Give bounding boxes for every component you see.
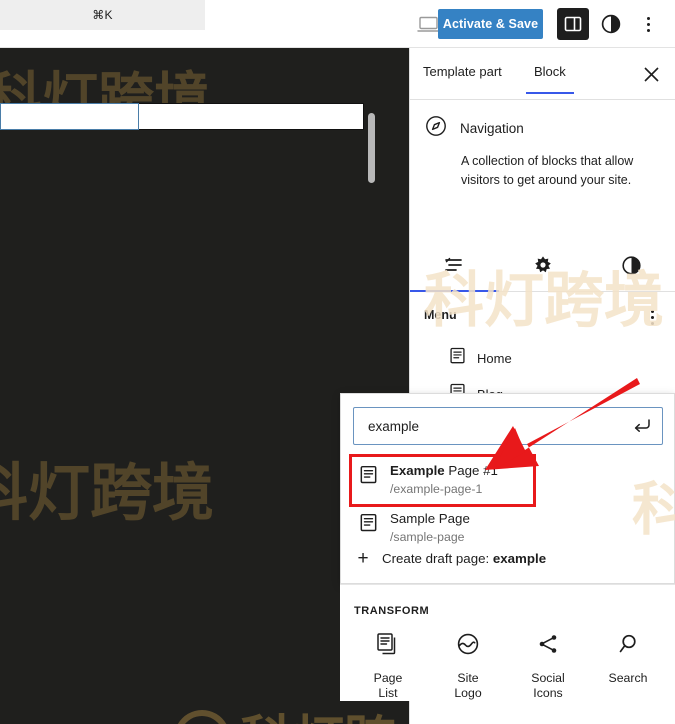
tab-template-part[interactable]: Template part [423,48,502,94]
screen-root: 科灯跨境 科灯跨境 科灯跨 科灯跨境 Template par [0,0,675,724]
watermark-text: 科灯跨境 [0,456,215,529]
transform-section: TRANSFORM Page List Site Logo Social Ico… [340,584,675,701]
transform-site-logo[interactable]: Site Logo [428,631,508,701]
transform-label: Page [373,671,403,685]
close-icon[interactable] [638,61,664,87]
block-card: Navigation A collection of blocks that a… [410,100,675,203]
list-item[interactable]: Sample Page /sample-page [353,506,476,550]
transform-label: Icons [533,686,563,700]
canvas-selected-nav-item[interactable] [0,103,139,130]
page-icon [359,510,378,537]
tab-styles[interactable] [587,244,675,291]
search-icon [615,631,641,662]
list-item[interactable]: Home [410,340,675,376]
activate-and-save-button[interactable]: Activate & Save [438,9,543,39]
styles-toggle-button[interactable] [599,12,623,36]
result-title-rest: Sample Page [390,511,470,526]
result-url: /example-page-1 [390,482,483,496]
top-toolbar: ⌘K Activate & Save [0,0,675,48]
result-url: /sample-page [390,530,465,544]
contrast-styles-icon [621,255,642,281]
tab-list-view[interactable] [410,244,499,292]
block-title: Navigation [460,121,524,136]
list-view-icon [443,254,465,281]
page-icon [449,347,466,369]
page-list-icon [375,631,401,662]
create-draft-prefix: Create draft page: [382,551,493,566]
transform-label: Site [457,671,479,685]
canvas-scrollbar[interactable] [368,113,375,183]
transform-search[interactable]: Search [588,631,668,701]
result-title-rest: Page #1 [444,463,498,478]
laptop-icon[interactable] [417,14,439,34]
block-description: A collection of blocks that allow visito… [461,154,634,188]
sidebar-panel-icon [564,16,582,32]
canvas-nav-block[interactable] [0,103,364,130]
create-draft-term: example [492,551,547,566]
tab-block[interactable]: Block [526,48,574,94]
watermark-logo: 科灯跨 [148,700,398,724]
link-search-popover: Example Page #1 /example-page-1 Sample P… [340,393,675,584]
kebab-menu-icon[interactable] [640,304,664,330]
social-icons-icon [535,631,561,662]
transform-heading: TRANSFORM [354,605,430,617]
tab-settings[interactable] [499,244,588,291]
result-title-match: Example [390,463,445,478]
page-icon [359,462,378,489]
command-k-hint[interactable]: ⌘K [0,0,205,30]
menu-section-header: Menu [410,304,675,332]
site-logo-icon [455,631,481,662]
transform-label: Social [531,671,565,685]
plus-icon: + [357,548,369,569]
inspector-icon-tabs [410,244,675,292]
sidebar-toggle-button[interactable] [557,8,589,40]
menu-label: Menu [424,308,457,322]
enter-return-icon[interactable] [632,417,652,435]
transform-label: Logo [454,686,482,700]
gear-icon [533,255,553,280]
transform-label: Search [608,671,648,685]
search-input[interactable] [353,407,663,445]
transform-social-icons[interactable]: Social Icons [508,631,588,701]
svg-text:科灯跨: 科灯跨 [240,711,397,724]
inspector-tab-bar: Template part Block [410,48,675,100]
transform-page-list[interactable]: Page List [348,631,428,701]
list-item-label: Home [477,350,512,366]
create-draft-page-option[interactable]: + Create draft page: example [355,549,546,568]
more-options-button[interactable] [637,12,659,36]
contrast-styles-icon [601,14,621,34]
list-item[interactable]: Example Page #1 /example-page-1 [353,458,504,502]
transform-label: List [378,686,398,700]
link-search-field [353,407,663,445]
navigation-compass-icon [424,114,448,143]
